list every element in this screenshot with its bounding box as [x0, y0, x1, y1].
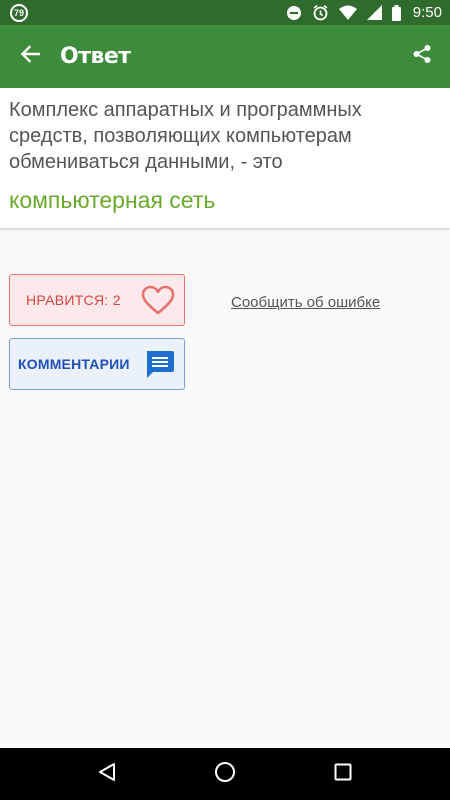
back-triangle-icon [98, 762, 116, 787]
battery-icon [391, 4, 401, 21]
comments-label: КОММЕНТАРИИ [18, 356, 130, 372]
share-button[interactable] [394, 25, 450, 88]
answer-text: компьютерная сеть [9, 187, 216, 213]
report-error-link[interactable]: Сообщить об ошибке [231, 294, 380, 311]
wifi-icon [338, 5, 357, 20]
heart-icon [141, 285, 175, 315]
dnd-icon [286, 5, 302, 21]
page-title: Ответ [60, 44, 131, 69]
comments-button[interactable]: КОММЕНТАРИИ [9, 338, 185, 390]
nav-back-button[interactable] [82, 748, 132, 800]
comment-bubble-icon [144, 349, 175, 380]
app-bar: Ответ [0, 25, 450, 88]
home-circle-icon [214, 761, 236, 788]
question-text: Комплекс аппаратных и программных средст… [9, 99, 362, 173]
alarm-icon [312, 4, 329, 21]
system-nav-bar [0, 748, 450, 800]
like-label: НРАВИТСЯ: 2 [26, 292, 121, 308]
signal-icon [366, 5, 382, 20]
notification-count-badge: 79 [10, 3, 28, 22]
like-button[interactable]: НРАВИТСЯ: 2 [9, 274, 185, 326]
share-icon [412, 44, 432, 69]
nav-recents-button[interactable] [318, 748, 368, 800]
arrow-back-icon [20, 45, 41, 68]
nav-home-button[interactable] [200, 748, 250, 800]
question-card: Комплекс аппаратных и программных средст… [0, 88, 450, 229]
back-button[interactable] [0, 25, 60, 88]
status-bar: 79 9:50 [0, 0, 450, 25]
recents-square-icon [334, 763, 352, 786]
status-time: 9:50 [412, 4, 442, 21]
